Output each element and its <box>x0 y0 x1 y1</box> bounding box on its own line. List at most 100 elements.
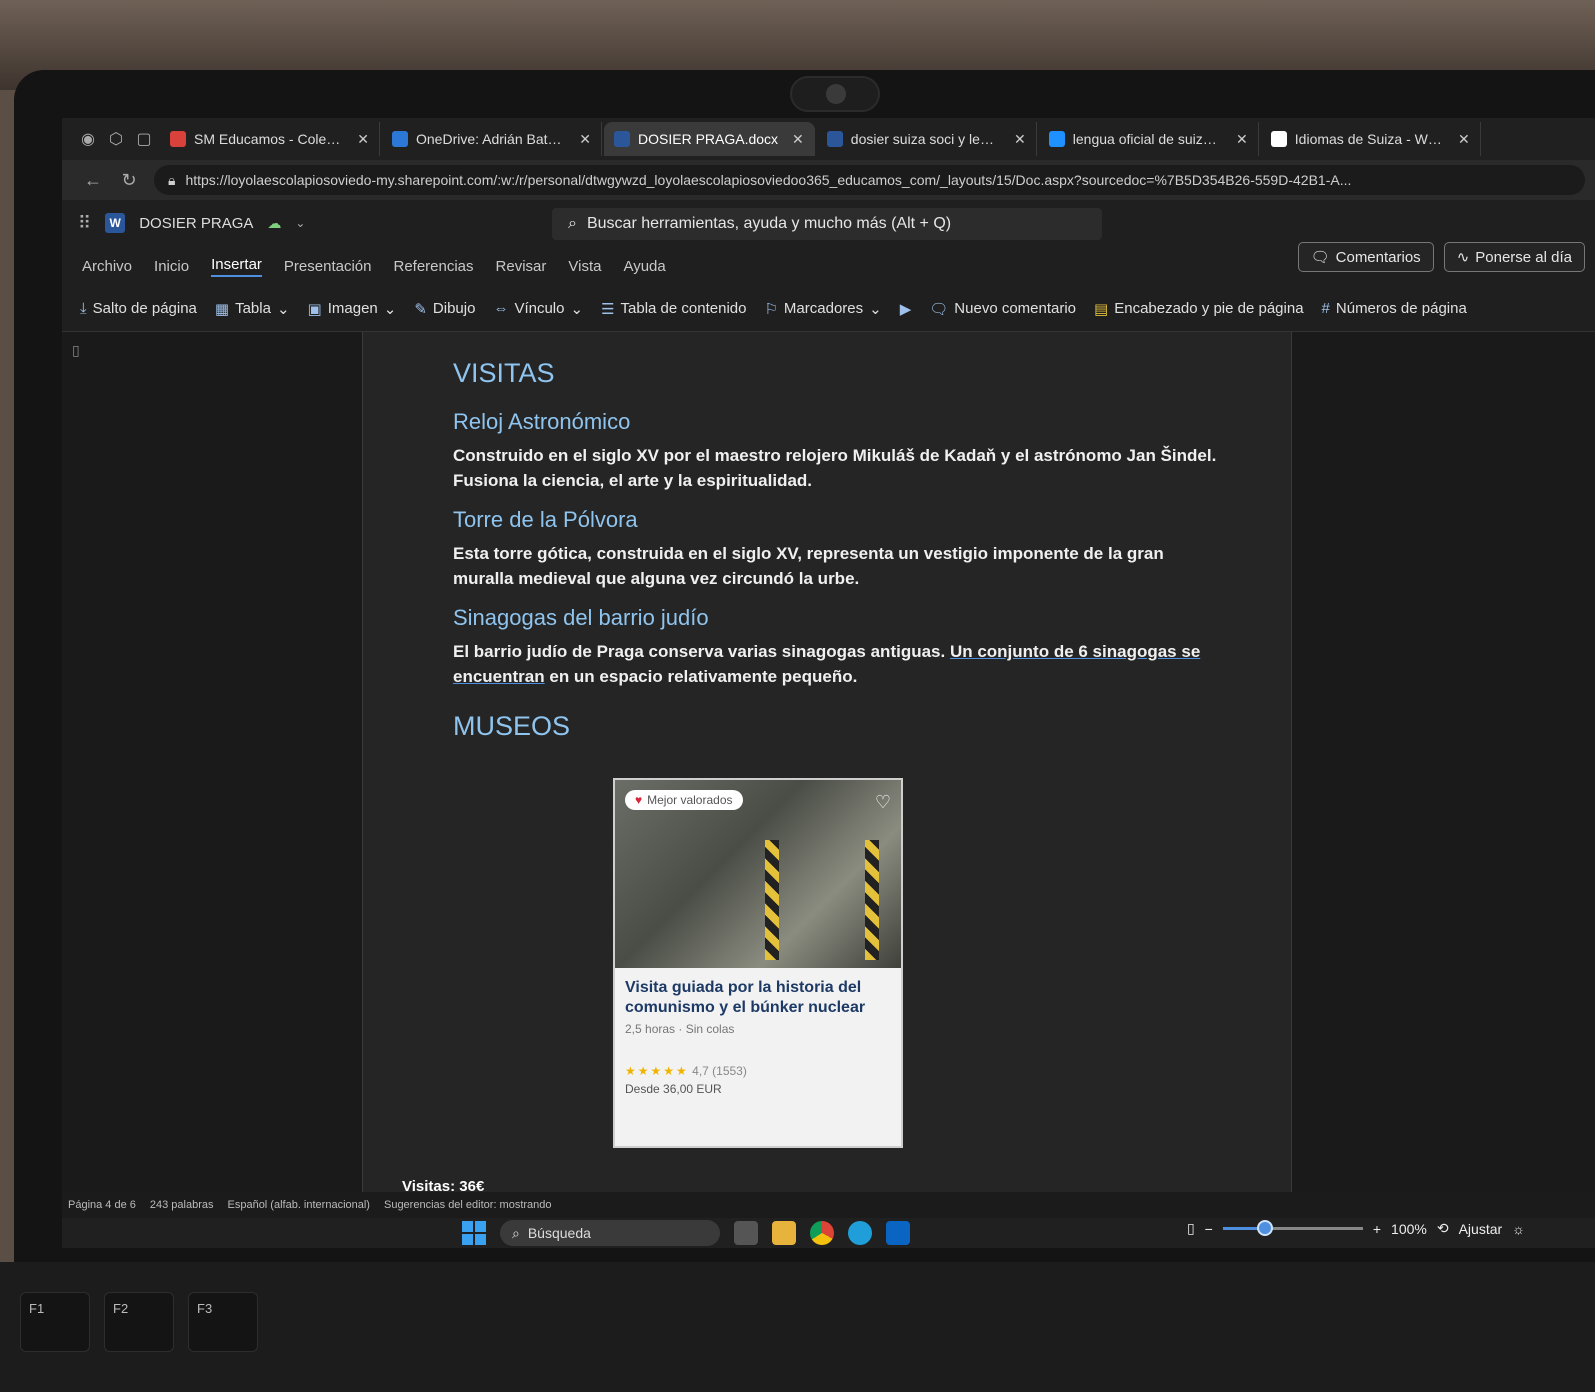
search-input[interactable]: ⌕ Buscar herramientas, ayuda y mucho más… <box>552 208 1102 240</box>
url-field[interactable]: 🔒︎ https://loyolaescolapiosoviedo-my.sha… <box>154 165 1585 195</box>
pulse-icon: ∿ <box>1456 249 1470 266</box>
browser-tab[interactable]: dosier suiza soci y lengua. ✕ <box>817 122 1037 156</box>
page-view-icon[interactable]: ▯ <box>1187 1220 1195 1237</box>
tab-ayuda[interactable]: Ayuda <box>623 258 665 275</box>
bookmark-icon: ⚐ <box>764 300 778 318</box>
browser-tab[interactable]: SM Educamos - Colegio L ✕ <box>160 122 380 156</box>
browser-tab[interactable]: lengua oficial de suiza - B ✕ <box>1039 122 1259 156</box>
edge-icon[interactable] <box>848 1221 872 1245</box>
toc-button[interactable]: ☰ Tabla de contenido <box>601 300 746 318</box>
favicon-icon <box>170 131 186 147</box>
zoom-out-button[interactable]: − <box>1205 1221 1213 1237</box>
fit-icon: ⟲ <box>1436 1220 1449 1236</box>
navigation-pane-icon[interactable]: ▯ <box>72 342 92 362</box>
function-key[interactable]: F2 <box>104 1292 174 1352</box>
tab-vista[interactable]: Vista <box>568 258 601 275</box>
table-icon: ▦ <box>214 300 230 318</box>
chevron-down-icon[interactable]: ⌄ <box>295 216 305 230</box>
header-footer-button[interactable]: ▤ Encabezado y pie de página <box>1094 300 1304 318</box>
comments-button[interactable]: 🗨︎ Comentarios <box>1297 242 1434 272</box>
catch-up-button[interactable]: ∿ Ponerse al día <box>1443 242 1585 272</box>
document-page[interactable]: VISITAS Reloj Astronómico Construido en … <box>362 332 1292 1192</box>
close-icon[interactable]: ✕ <box>1458 131 1470 148</box>
favicon-icon <box>826 131 843 147</box>
ribbon-right-actions: 🗨︎ Comentarios ∿ Ponerse al día <box>1297 242 1585 272</box>
status-bar: Página 4 de 6 243 palabras Español (alfa… <box>62 1192 1595 1218</box>
toc-icon: ☰ <box>601 300 615 318</box>
tab-actions-icon[interactable]: ▢ <box>132 127 156 151</box>
page-count[interactable]: Página 4 de 6 <box>68 1199 136 1211</box>
language[interactable]: Español (alfab. internacional) <box>228 1199 370 1211</box>
heading-museos: MUSEOS <box>453 711 571 741</box>
zoom-thumb[interactable] <box>1256 1220 1273 1236</box>
tab-referencias[interactable]: Referencias <box>393 258 473 275</box>
search-icon: ⌕ <box>512 1224 520 1241</box>
zoom-in-button[interactable]: + <box>1373 1221 1381 1237</box>
insert-ribbon: ⤓ Salto de página ▦ Tabla ⌄ ▣ Imagen ⌄ ✎ Dibuj… <box>62 286 1595 332</box>
table-button[interactable]: ▦ Tabla ⌄ <box>215 300 290 318</box>
chrome-icon[interactable] <box>810 1221 834 1245</box>
document-title[interactable]: DOSIER PRAGA <box>139 215 253 232</box>
app-launcher-icon[interactable]: ⠿ <box>78 213 91 234</box>
brightness-icon: ☼ <box>1512 1220 1525 1237</box>
cloud-saved-icon: ☁ <box>267 214 282 231</box>
close-icon[interactable]: ✕ <box>579 131 591 148</box>
tab-inicio[interactable]: Inicio <box>154 258 189 275</box>
chevron-down-icon: ⌄ <box>570 300 584 318</box>
favicon-icon <box>1270 131 1287 147</box>
browser-tab[interactable]: DOSIER PRAGA.docx ✕ <box>604 122 815 156</box>
heading-visitas: VISITAS <box>453 358 555 388</box>
drawing-icon: ✎ <box>414 300 427 318</box>
tab-archivo[interactable]: Archivo <box>82 258 132 275</box>
close-icon[interactable]: ✕ <box>1236 131 1248 148</box>
tour-card-image[interactable]: ♥ Mejor valorados ♡ Visita guiada por la… <box>613 778 903 1148</box>
editor-suggestions[interactable]: Sugerencias del editor: mostrando <box>384 1199 552 1211</box>
page-numbers-button[interactable]: # Números de página <box>1322 300 1467 317</box>
section-title: Reloj Astronómico <box>453 409 631 434</box>
function-key[interactable]: F1 <box>20 1292 90 1352</box>
word-count[interactable]: 243 palabras <box>150 1199 214 1211</box>
bookmarks-button[interactable]: ⚐ Marcadores ⌄ <box>764 300 881 318</box>
new-comment-button[interactable]: 🗨︎ Nuevo comentario <box>929 300 1076 318</box>
task-view-icon[interactable] <box>734 1221 758 1245</box>
drawing-button[interactable]: ✎ Dibujo <box>414 300 475 318</box>
function-keys: F1 F2 F3 <box>20 1292 258 1352</box>
page-break-button[interactable]: ⤓ Salto de página <box>80 300 197 317</box>
new-comment-icon: 🗨︎ <box>929 300 949 318</box>
windows-start-icon[interactable] <box>462 1221 486 1245</box>
tab-label: dosier suiza soci y lengua. <box>850 131 1001 147</box>
media-button[interactable]: ▶ <box>900 300 912 318</box>
profile-icon[interactable]: ◉ <box>76 127 100 151</box>
zoom-slider[interactable] <box>1222 1220 1363 1236</box>
tab-label: SM Educamos - Colegio L <box>194 131 344 147</box>
address-bar: ← ↻ 🔒︎ https://loyolaescolapiosoviedo-my… <box>62 160 1595 200</box>
function-key[interactable]: F3 <box>188 1292 258 1352</box>
workspaces-icon[interactable]: ⬡ <box>104 127 128 151</box>
file-explorer-icon[interactable] <box>772 1221 796 1245</box>
close-icon[interactable]: ✕ <box>1014 131 1026 148</box>
close-icon[interactable]: ✕ <box>357 131 369 148</box>
zoom-level[interactable]: 100% <box>1391 1221 1427 1237</box>
keyboard: F1 F2 F3 <box>0 1262 1595 1392</box>
star-icons: ★★★★★ <box>625 1064 689 1078</box>
tab-presentación[interactable]: Presentación <box>284 258 372 275</box>
browser-tab[interactable]: OneDrive: Adrián Batalla / ✕ <box>382 122 602 156</box>
page-break-icon: ⤓ <box>80 300 87 317</box>
hazard-stripe <box>765 840 779 960</box>
bunker-photo: ♥ Mejor valorados ♡ <box>615 780 901 968</box>
tab-insertar[interactable]: Insertar <box>211 256 262 277</box>
header-footer-icon: ▤ <box>1094 300 1109 318</box>
comment-icon: 🗨︎ <box>1310 249 1330 266</box>
outlook-icon[interactable] <box>886 1221 910 1245</box>
reload-icon[interactable]: ↻ <box>118 170 140 191</box>
browser-tab[interactable]: Idiomas de Suiza - Wikipe ✕ <box>1261 122 1481 156</box>
fit-button[interactable]: Ajustar <box>1459 1221 1503 1237</box>
close-icon[interactable]: ✕ <box>792 131 804 148</box>
section-title: Sinagogas del barrio judío <box>453 605 709 630</box>
favicon-icon <box>614 131 630 147</box>
tab-revisar[interactable]: Revisar <box>496 258 547 275</box>
image-button[interactable]: ▣ Imagen ⌄ <box>308 300 397 318</box>
link-button[interactable]: ⇔ Vínculo ⌄ <box>493 300 583 318</box>
back-icon[interactable]: ← <box>82 170 104 191</box>
taskbar-search[interactable]: ⌕ Búsqueda <box>500 1220 720 1246</box>
